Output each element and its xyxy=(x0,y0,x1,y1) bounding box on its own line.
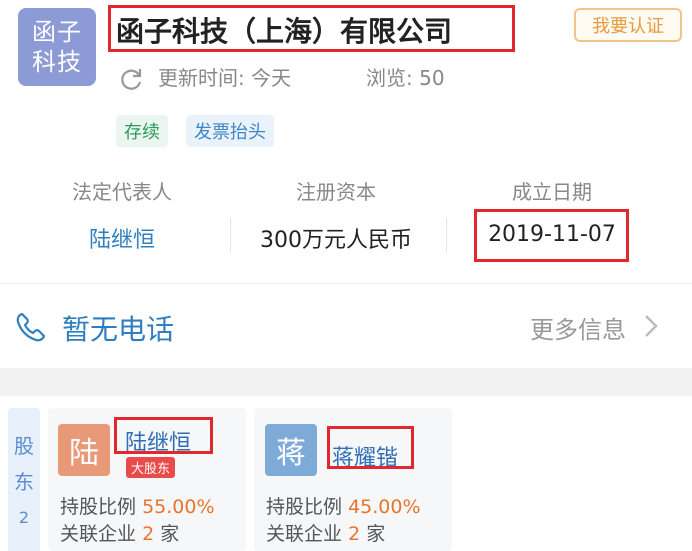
shareholder-count: 2 xyxy=(18,508,30,527)
view-count: 浏览: 50 xyxy=(366,66,445,90)
update-time: 更新时间: 今天 xyxy=(158,66,292,90)
company-logo: 函子 科技 xyxy=(18,8,96,86)
related-count[interactable]: 2 xyxy=(348,523,360,545)
logo-line-2: 科技 xyxy=(32,48,82,76)
legal-rep-value[interactable]: 陆继恒 xyxy=(22,222,222,254)
status-tag: 存续 xyxy=(116,115,168,147)
founded-label: 成立日期 xyxy=(512,180,592,204)
shareholder-tab-char-1: 股 xyxy=(14,434,34,458)
divider-1 xyxy=(230,218,231,252)
founded-value: 2019-11-07 xyxy=(488,222,616,247)
shareholder-name[interactable]: 蒋耀锴 xyxy=(332,440,398,472)
ratio-value: 55.00% xyxy=(142,496,215,518)
phone-icon xyxy=(16,312,46,342)
related-unit: 家 xyxy=(366,523,386,545)
claim-button[interactable]: 我要认证 xyxy=(574,8,682,42)
more-info-link[interactable]: 更多信息 xyxy=(530,310,626,345)
refresh-icon[interactable] xyxy=(116,64,146,94)
capital-value: 300万元人民币 xyxy=(260,228,412,253)
logo-line-1: 函子 xyxy=(32,18,82,46)
shareholder-tab[interactable]: 股 东 2 xyxy=(8,408,40,551)
major-shareholder-badge: 大股东 xyxy=(126,457,176,478)
phone-status: 暂无电话 xyxy=(62,313,175,346)
section-divider xyxy=(0,283,692,284)
avatar: 陆 xyxy=(58,424,110,476)
ratio-label: 持股比例 xyxy=(266,496,343,518)
avatar: 蒋 xyxy=(265,424,317,476)
related-label: 关联企业 xyxy=(266,523,343,545)
shareholder-name[interactable]: 陆继恒 xyxy=(125,425,191,457)
shareholder-tab-char-2: 东 xyxy=(14,470,34,494)
ratio-value: 45.00% xyxy=(348,496,421,518)
related-unit: 家 xyxy=(160,523,180,545)
capital-label: 注册资本 xyxy=(296,180,376,204)
ratio-label: 持股比例 xyxy=(60,496,137,518)
section-separator xyxy=(0,368,692,396)
chevron-right-icon[interactable] xyxy=(640,312,662,340)
related-label: 关联企业 xyxy=(60,523,137,545)
divider-2 xyxy=(446,218,447,252)
legal-rep-label: 法定代表人 xyxy=(72,180,172,204)
invoice-tag[interactable]: 发票抬头 xyxy=(186,115,274,147)
related-count[interactable]: 2 xyxy=(142,523,154,545)
company-name: 函子科技（上海）有限公司 xyxy=(116,15,453,48)
